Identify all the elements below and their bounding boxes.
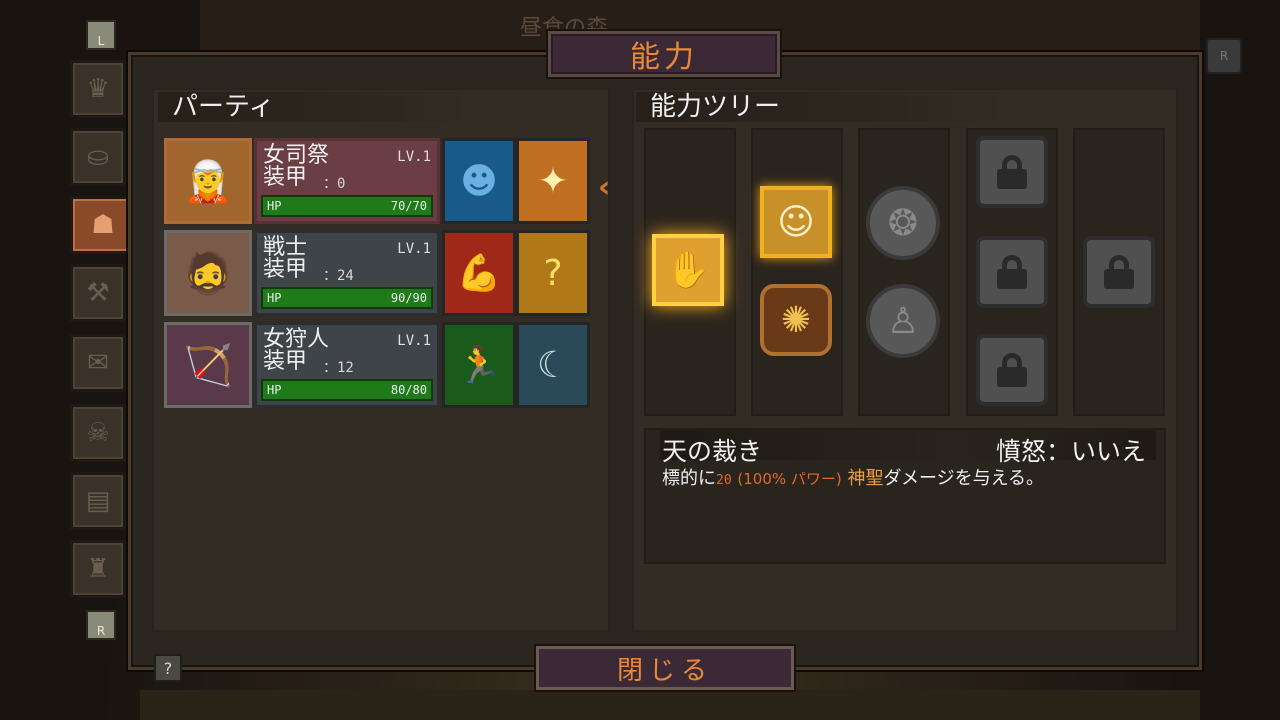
window-title: 能力: [548, 31, 780, 77]
tab-anvil[interactable]: ⚒: [70, 264, 126, 322]
locked-round-skill-node-1[interactable]: ❂: [866, 186, 940, 260]
tab-bag[interactable]: ⛀: [70, 128, 126, 186]
hp-bar: HP 80/80: [261, 379, 433, 401]
tab-trophy[interactable]: ♜: [70, 540, 126, 598]
hp-bar: HP 90/90: [261, 287, 433, 309]
crown-icon: ♛: [86, 74, 110, 104]
close-button[interactable]: 閉じる: [536, 646, 794, 690]
bag-icon: ⛀: [87, 142, 109, 172]
member-armor-value: ：12: [323, 360, 354, 376]
desc-damage: 20: [716, 473, 732, 488]
hp-value: 80/80: [390, 383, 427, 397]
flex-arm-icon[interactable]: 💪: [442, 230, 516, 316]
member-info: 女司祭 LV.1 装甲 ：0 HP 70/70: [254, 138, 440, 224]
ability-tree-title: 能力ツリー: [636, 92, 1010, 122]
party-member-priestess[interactable]: 🧝 女司祭 LV.1 装甲 ：0 HP 70/70 ☻ ✦: [164, 138, 596, 224]
member-armor-label: 装甲: [263, 257, 308, 282]
member-info: 女狩人 LV.1 装甲 ：12 HP 80/80: [254, 322, 440, 408]
hp-value: 90/90: [390, 291, 427, 305]
rage-label: 憤怒：: [995, 437, 1071, 466]
help-button[interactable]: ?: [154, 654, 182, 682]
anvil-icon: ⚒: [86, 278, 110, 308]
holy-fountain-skill-node[interactable]: ✺: [760, 284, 832, 356]
lock-icon[interactable]: [976, 136, 1048, 208]
tab-abilities[interactable]: ☗: [70, 196, 147, 254]
shadow-head-icon[interactable]: ☻: [442, 138, 516, 224]
locked-round-skill-node-2[interactable]: ♙: [866, 284, 940, 358]
skill-description-box: 天の裁き 憤怒：いいえ 標的に20 (100% パワー) 神聖ダメージを与える。: [644, 428, 1166, 564]
tree-column-3: [858, 128, 950, 416]
trophy-icon: ♜: [86, 554, 110, 584]
hp-label: HP: [267, 291, 282, 305]
member-armor-value: ：0: [323, 176, 346, 192]
rage-indicator: 憤怒：いいえ: [996, 432, 1146, 468]
scroll-icon: ✉: [87, 348, 109, 378]
lock-icon[interactable]: [976, 334, 1048, 406]
heavenly-judgment-skill-node[interactable]: ✋: [652, 234, 724, 306]
book-icon: ▤: [85, 486, 111, 516]
rage-value: いいえ: [1070, 437, 1146, 466]
hp-bar: HP 70/70: [261, 195, 433, 217]
desc-prefix: 標的に: [662, 468, 716, 489]
member-level: LV.1: [397, 241, 431, 257]
tab-scroll[interactable]: ✉: [70, 334, 126, 392]
desc-holy: 神聖: [847, 468, 884, 489]
priestess-portrait: 🧝: [164, 138, 252, 224]
huntress-portrait: 🏹: [164, 322, 252, 408]
member-info: 戦士 LV.1 装甲 ：24 HP 90/90: [254, 230, 440, 316]
priestess-skill-node[interactable]: ☺: [760, 186, 832, 258]
skill-name: 天の裁き: [662, 437, 763, 466]
l-shoulder-key[interactable]: L: [86, 20, 116, 50]
chevron-left-icon: ‹: [598, 170, 611, 205]
skill-description-text: 標的に20 (100% パワー) 神聖ダメージを与える。: [662, 464, 1044, 490]
question-sword-icon[interactable]: ?: [516, 230, 590, 316]
helmet-icon: ☠: [86, 418, 110, 448]
running-man-icon[interactable]: 🏃: [442, 322, 516, 408]
member-level: LV.1: [397, 149, 431, 165]
right-key[interactable]: R: [1206, 38, 1242, 74]
holy-priestess-icon[interactable]: ✦: [516, 138, 590, 224]
lock-icon[interactable]: [1083, 236, 1155, 308]
party-title: パーティ: [158, 92, 472, 122]
background-footer: [140, 690, 1200, 720]
member-name: 女狩人: [263, 327, 330, 352]
tab-crown[interactable]: ♛: [70, 60, 126, 118]
member-level: LV.1: [397, 333, 431, 349]
tab-helmet[interactable]: ☠: [70, 404, 126, 462]
hood-icon: ☗: [91, 210, 115, 240]
party-member-huntress[interactable]: 🏹 女狩人 LV.1 装甲 ：12 HP 80/80 🏃 ☾: [164, 322, 596, 408]
moon-hunter-icon[interactable]: ☾: [516, 322, 590, 408]
lock-icon[interactable]: [976, 236, 1048, 308]
member-armor-label: 装甲: [263, 349, 308, 374]
member-armor-value: ：24: [323, 268, 354, 284]
hp-label: HP: [267, 383, 282, 397]
hp-value: 70/70: [390, 199, 427, 213]
r-key-label: R: [96, 624, 106, 638]
party-member-warrior[interactable]: 🧔 戦士 LV.1 装甲 ：24 HP 90/90 💪 ?: [164, 230, 596, 316]
member-armor-label: 装甲: [263, 165, 308, 190]
l-key-label: L: [97, 34, 105, 48]
r-shoulder-key[interactable]: R: [86, 610, 116, 640]
desc-suffix: ダメージを与える。: [883, 468, 1045, 489]
tab-book[interactable]: ▤: [70, 472, 126, 530]
member-name: 戦士: [263, 235, 308, 260]
tree-column-2: [751, 128, 843, 416]
desc-power: (100% パワー): [737, 470, 842, 488]
hp-label: HP: [267, 199, 282, 213]
member-name: 女司祭: [263, 143, 330, 168]
warrior-portrait: 🧔: [164, 230, 252, 316]
